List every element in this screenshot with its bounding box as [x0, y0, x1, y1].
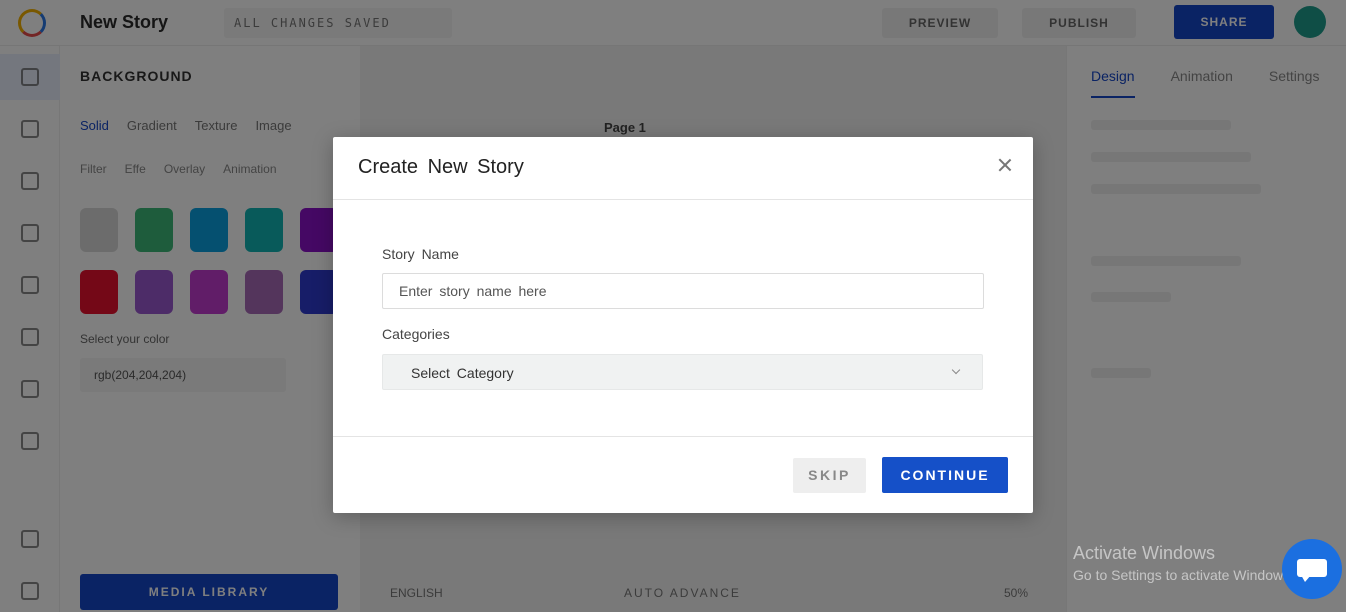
- create-story-dialog: Create New Story Story Name Categories S…: [333, 137, 1033, 513]
- chat-button[interactable]: [1282, 539, 1342, 599]
- watermark-subtitle: Go to Settings to activate Windows.: [1073, 567, 1294, 583]
- chevron-down-icon: [951, 365, 961, 375]
- chat-bubble-tail: [1301, 575, 1311, 582]
- dialog-footer: SKIP CONTINUE: [333, 436, 1033, 513]
- category-select[interactable]: Select Category: [382, 354, 983, 390]
- dialog-header: Create New Story: [333, 137, 1033, 200]
- dialog-title: Create New Story: [358, 156, 524, 178]
- story-name-input[interactable]: [382, 273, 984, 309]
- continue-button[interactable]: CONTINUE: [882, 457, 1008, 493]
- watermark-title: Activate Windows: [1073, 543, 1216, 563]
- windows-activation-watermark: Activate Windows Go to Settings to activ…: [1073, 543, 1294, 583]
- close-icon[interactable]: [993, 153, 1017, 177]
- story-name-label: Story Name: [382, 246, 459, 262]
- categories-label: Categories: [382, 326, 450, 342]
- skip-button[interactable]: SKIP: [793, 458, 866, 493]
- category-selected-value: Select Category: [411, 365, 514, 381]
